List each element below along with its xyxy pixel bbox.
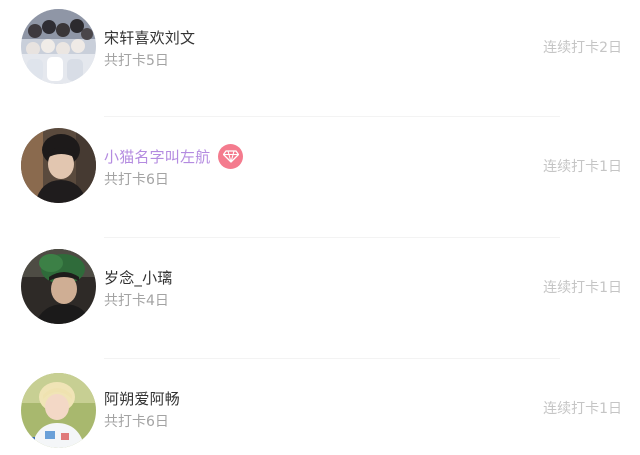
avatar[interactable] [21, 128, 96, 203]
streak-checkin-days: 连续打卡1日 [543, 159, 622, 175]
list-item[interactable]: 岁念_小璃 共打卡4日 连续打卡1日 [0, 240, 640, 340]
streak-checkin-days: 连续打卡1日 [543, 401, 622, 417]
divider [104, 116, 560, 117]
total-checkin-days: 共打卡6日 [104, 414, 169, 430]
list-item[interactable]: 小猫名字叫左航 共打卡6日 连续打卡1日 [0, 119, 640, 219]
name-line: 小猫名字叫左航 [104, 143, 244, 169]
name-line: 阿朔爱阿畅 [104, 386, 180, 410]
user-name[interactable]: 小猫名字叫左航 [104, 146, 210, 167]
avatar[interactable] [21, 373, 96, 448]
name-line: 岁念_小璃 [104, 265, 173, 289]
avatar[interactable] [21, 249, 96, 324]
total-checkin-days: 共打卡6日 [104, 172, 169, 188]
divider [104, 358, 560, 359]
name-line: 宋轩喜欢刘文 [104, 25, 195, 49]
user-name[interactable]: 岁念_小璃 [104, 267, 173, 288]
list-item[interactable]: 宋轩喜欢刘文 共打卡5日 连续打卡2日 [0, 0, 640, 100]
divider [104, 237, 560, 238]
user-name[interactable]: 宋轩喜欢刘文 [104, 27, 195, 48]
avatar[interactable] [21, 9, 96, 84]
vip-badge[interactable] [218, 143, 244, 169]
boy-portrait-avatar [21, 128, 96, 203]
list-item[interactable]: 阿朔爱阿畅 共打卡6日 连续打卡1日 [0, 361, 640, 455]
diamond-icon [222, 149, 239, 163]
boy-green-hat-avatar [21, 249, 96, 324]
streak-checkin-days: 连续打卡1日 [543, 280, 622, 296]
total-checkin-days: 共打卡5日 [104, 53, 169, 69]
total-checkin-days: 共打卡4日 [104, 293, 169, 309]
checkin-list: 宋轩喜欢刘文 共打卡5日 连续打卡2日 小猫名字叫左航 共打卡6日 连续打卡1日… [0, 0, 640, 455]
streak-checkin-days: 连续打卡2日 [543, 40, 622, 56]
blond-boy-avatar [21, 373, 96, 448]
user-name[interactable]: 阿朔爱阿畅 [104, 388, 180, 409]
group-photo-avatar [21, 9, 96, 84]
